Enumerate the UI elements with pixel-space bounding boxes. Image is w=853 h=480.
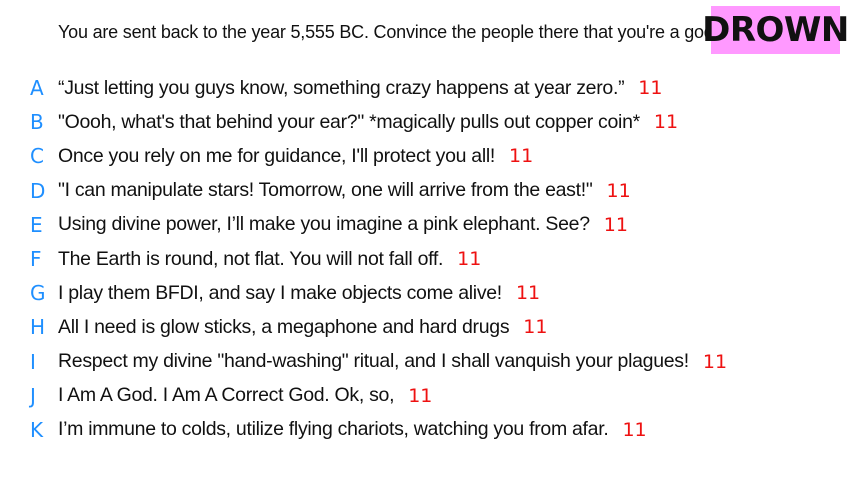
entry-score: 11 xyxy=(509,145,534,168)
entry-letter: I xyxy=(30,349,36,374)
entry-g: G I play them BFDI, and say I make objec… xyxy=(0,276,853,310)
entry-score: 11 xyxy=(515,282,541,305)
entry-letter: D xyxy=(30,178,46,203)
entry-text: "I can manipulate stars! Tomorrow, one w… xyxy=(58,179,593,202)
entry-e: E Using divine power, I’ll make you imag… xyxy=(0,208,853,242)
entry-list: A “Just letting you guys know, something… xyxy=(0,71,853,447)
drown-badge: DROWN xyxy=(702,6,849,54)
entry-text: All I need is glow sticks, a megaphone a… xyxy=(58,315,510,338)
entry-letter: K xyxy=(30,417,44,442)
entry-text: I play them BFDI, and say I make objects… xyxy=(58,281,502,304)
entry-d: D "I can manipulate stars! Tomorrow, one… xyxy=(0,174,853,208)
entry-text: “Just letting you guys know, something c… xyxy=(58,76,625,99)
entry-h: H All I need is glow sticks, a megaphone… xyxy=(0,310,853,344)
entry-score: 11 xyxy=(622,418,647,441)
entry-score: 11 xyxy=(457,248,482,271)
entry-text: "Oooh, what's that behind your ear?" *ma… xyxy=(58,110,640,133)
entry-letter: J xyxy=(30,383,36,408)
entry-letter: C xyxy=(30,144,44,169)
entry-score: 11 xyxy=(408,384,433,407)
entry-letter: F xyxy=(30,247,42,272)
entry-i: I Respect my divine "hand-washing" ritua… xyxy=(0,345,853,379)
entry-score: 11 xyxy=(638,77,663,100)
entry-f: F The Earth is round, not flat. You will… xyxy=(0,242,853,276)
entry-score: 11 xyxy=(606,179,631,202)
entry-letter: G xyxy=(30,281,46,306)
entry-a: A “Just letting you guys know, something… xyxy=(0,71,853,105)
prompt-text: You are sent back to the year 5,555 BC. … xyxy=(58,22,719,42)
entry-letter: B xyxy=(30,110,44,135)
entry-letter: A xyxy=(30,76,44,101)
entry-text: Respect my divine "hand-washing" ritual,… xyxy=(58,350,689,373)
entry-text: The Earth is round, not flat. You will n… xyxy=(58,247,444,270)
entry-text: I Am A God. I Am A Correct God. Ok, so, xyxy=(58,384,395,407)
entry-text: I’m immune to colds, utilize flying char… xyxy=(58,418,609,441)
entry-k: K I’m immune to colds, utilize flying ch… xyxy=(0,413,853,447)
entry-score: 11 xyxy=(702,350,728,373)
entry-b: B "Oooh, what's that behind your ear?" *… xyxy=(0,105,853,139)
entry-score: 11 xyxy=(523,316,548,339)
entry-text: Once you rely on me for guidance, I'll p… xyxy=(58,144,496,167)
entry-j: J I Am A God. I Am A Correct God. Ok, so… xyxy=(0,379,853,413)
entry-c: C Once you rely on me for guidance, I'll… xyxy=(0,139,853,173)
entry-score: 11 xyxy=(653,111,679,134)
entry-text: Using divine power, I’ll make you imagin… xyxy=(58,213,590,236)
entry-letter: H xyxy=(30,315,46,340)
entry-score: 11 xyxy=(603,213,628,236)
entry-letter: E xyxy=(30,212,43,237)
